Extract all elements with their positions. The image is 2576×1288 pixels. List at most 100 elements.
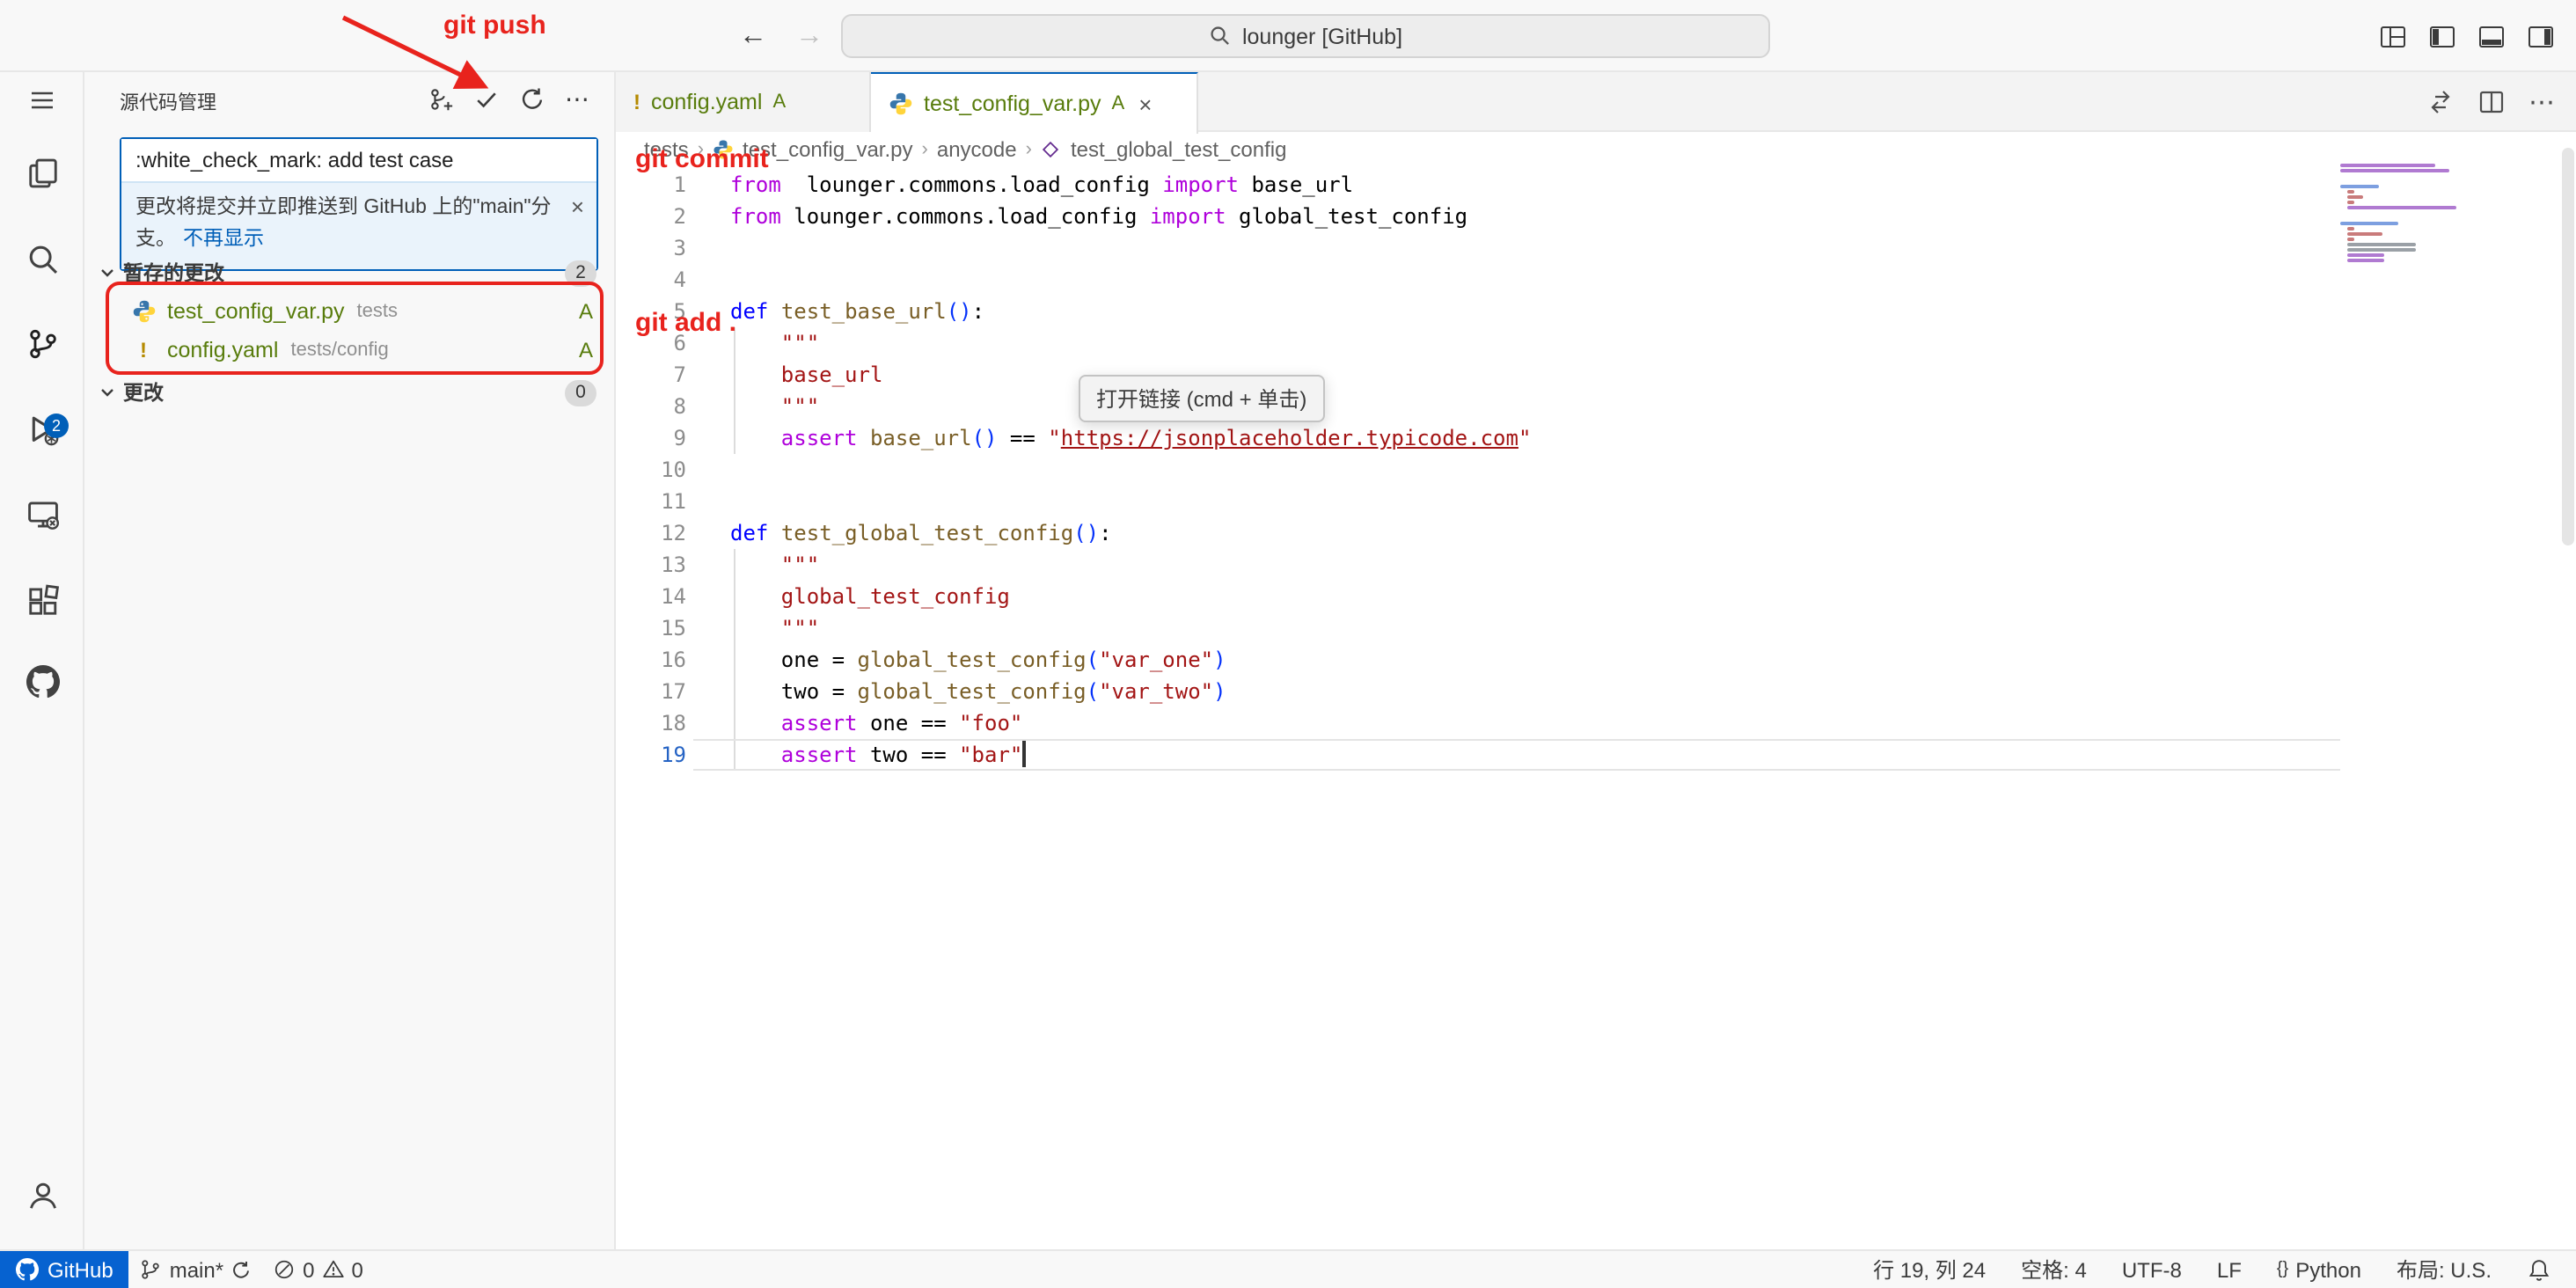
- breadcrumb-separator: ›: [698, 139, 704, 160]
- tab-git-status: A: [1112, 93, 1125, 114]
- code-line-2[interactable]: from lounger.commons.load_config import …: [730, 201, 1531, 232]
- code-token: "var_two": [1099, 679, 1213, 704]
- account-icon[interactable]: [0, 1172, 84, 1218]
- minimap-line: [2340, 164, 2435, 167]
- staged-file-row-config-yaml[interactable]: ! config.yaml tests/config A: [84, 331, 614, 370]
- indentation[interactable]: 空格: 4: [2010, 1250, 2097, 1288]
- line-number: 16: [616, 644, 686, 676]
- chevron-down-icon: [99, 384, 116, 401]
- code-token: """: [730, 553, 819, 577]
- search-view-icon[interactable]: [0, 236, 84, 282]
- breadcrumb-item[interactable]: test_global_test_config: [1071, 137, 1287, 162]
- language-mode[interactable]: {} Python: [2266, 1250, 2372, 1288]
- tab-config-yaml[interactable]: ! config.yaml A: [616, 72, 871, 132]
- python-file-icon: [130, 298, 157, 325]
- vertical-scrollbar[interactable]: [2562, 148, 2574, 545]
- split-editor-icon[interactable]: [2477, 88, 2506, 116]
- code-line-16[interactable]: one = global_test_config("var_one"): [730, 644, 1531, 676]
- source-control-sidebar: 源代码管理 ⋯ 更改将提交并立即推送到 GitHub 上的"main"分支。不再…: [84, 72, 616, 1249]
- code-line-17[interactable]: two = global_test_config("var_two"): [730, 676, 1531, 707]
- more-actions-icon[interactable]: ⋯: [2528, 86, 2555, 118]
- notifications-bell-icon[interactable]: [2516, 1250, 2562, 1288]
- remote-indicator[interactable]: GitHub: [0, 1250, 129, 1288]
- code-token: test_global_test_config: [781, 521, 1073, 545]
- line-number: 13: [616, 549, 686, 581]
- line-number: 6: [616, 327, 686, 359]
- code-line-14[interactable]: global_test_config: [730, 581, 1531, 612]
- breadcrumb-item[interactable]: tests: [644, 137, 689, 162]
- staged-file-row-test-config-var[interactable]: test_config_var.py tests A: [84, 292, 614, 331]
- menu-icon[interactable]: [0, 77, 84, 123]
- back-button[interactable]: ←: [739, 20, 767, 52]
- code-token: base_url: [870, 426, 972, 450]
- command-center-search[interactable]: lounger [GitHub]: [841, 14, 1770, 58]
- code-line-3[interactable]: [730, 232, 1531, 264]
- branch-indicator[interactable]: main*: [129, 1250, 262, 1288]
- toggle-secondary-sidebar-icon[interactable]: [2527, 22, 2555, 50]
- source-control-icon[interactable]: [0, 320, 84, 366]
- code-token: assert: [730, 711, 858, 735]
- code-line-1[interactable]: from lounger.commons.load_config import …: [730, 169, 1531, 201]
- breadcrumb: tests › test_config_var.py › anycode › t…: [644, 132, 1286, 167]
- code-line-13[interactable]: """: [730, 549, 1531, 581]
- dont-show-again-link[interactable]: 不再显示: [183, 229, 264, 250]
- problems-indicator[interactable]: 0 0: [262, 1250, 374, 1288]
- remote-label: GitHub: [48, 1257, 113, 1282]
- code-token: def: [730, 299, 768, 324]
- toggle-panel-icon[interactable]: [2477, 22, 2506, 50]
- open-changes-icon[interactable]: [2426, 88, 2455, 116]
- code-line-4[interactable]: [730, 264, 1531, 296]
- breadcrumb-separator: ›: [1026, 139, 1032, 160]
- code-line-9[interactable]: assert base_url() == "https://jsonplaceh…: [730, 422, 1531, 454]
- tab-git-status: A: [772, 91, 786, 113]
- extensions-icon[interactable]: [0, 577, 84, 623]
- python-file-icon: [713, 139, 734, 160]
- commit-check-icon[interactable]: [473, 85, 500, 112]
- code-token: [768, 521, 780, 545]
- code-line-11[interactable]: [730, 486, 1531, 517]
- encoding[interactable]: UTF-8: [2111, 1250, 2192, 1288]
- remote-explorer-icon[interactable]: [0, 491, 84, 537]
- github-view-icon[interactable]: [0, 658, 84, 704]
- changes-header[interactable]: 更改 0: [84, 373, 614, 412]
- code-token: lounger.commons.load_config: [781, 204, 1150, 229]
- keyboard-layout[interactable]: 布局: U.S.: [2386, 1250, 2502, 1288]
- code-token: test_base_url: [781, 299, 947, 324]
- eol-sequence[interactable]: LF: [2206, 1250, 2252, 1288]
- text-cursor: [1022, 741, 1025, 767]
- search-text: lounger [GitHub]: [1242, 24, 1402, 48]
- create-branch-icon[interactable]: [428, 85, 454, 112]
- toggle-primary-sidebar-icon[interactable]: [2428, 22, 2456, 50]
- code-line-19[interactable]: assert two == "bar": [730, 739, 1531, 771]
- refresh-icon[interactable]: [519, 85, 545, 112]
- tab-test-config-var-py[interactable]: test_config_var.py A ×: [871, 72, 1198, 134]
- run-debug-icon[interactable]: [0, 406, 84, 452]
- code-line-10[interactable]: [730, 454, 1531, 486]
- code-lines[interactable]: from lounger.commons.load_config import …: [730, 169, 1531, 771]
- forward-button[interactable]: →: [795, 20, 823, 52]
- more-actions-icon[interactable]: ⋯: [565, 84, 589, 113]
- branch-label: main*: [170, 1257, 223, 1282]
- code-token: def: [730, 521, 768, 545]
- breadcrumb-item[interactable]: test_config_var.py: [743, 137, 912, 162]
- code-token: base_url: [730, 362, 882, 387]
- explorer-icon[interactable]: [0, 150, 84, 195]
- code-line-12[interactable]: def test_global_test_config():: [730, 517, 1531, 549]
- notice-close-icon[interactable]: ×: [571, 190, 584, 225]
- minimap-line: [2348, 259, 2385, 262]
- commit-message-input[interactable]: [121, 139, 596, 181]
- customize-layout-icon[interactable]: [2379, 22, 2407, 50]
- breadcrumb-item[interactable]: anycode: [937, 137, 1017, 162]
- code-line-18[interactable]: assert one == "foo": [730, 707, 1531, 739]
- python-file-icon: [889, 91, 913, 116]
- code-line-15[interactable]: """: [730, 612, 1531, 644]
- cursor-position[interactable]: 行 19, 列 24: [1862, 1250, 1996, 1288]
- staged-changes-header[interactable]: 暂存的更改 2: [84, 253, 614, 292]
- tab-label: config.yaml: [651, 90, 762, 114]
- code-line-6[interactable]: """: [730, 327, 1531, 359]
- code-link[interactable]: https://jsonplaceholder.typicode.com: [1061, 426, 1519, 450]
- staged-count-badge: 2: [565, 260, 596, 286]
- minimap[interactable]: [2340, 164, 2460, 264]
- tab-close-icon[interactable]: ×: [1138, 91, 1152, 117]
- code-line-5[interactable]: def test_base_url():: [730, 296, 1531, 327]
